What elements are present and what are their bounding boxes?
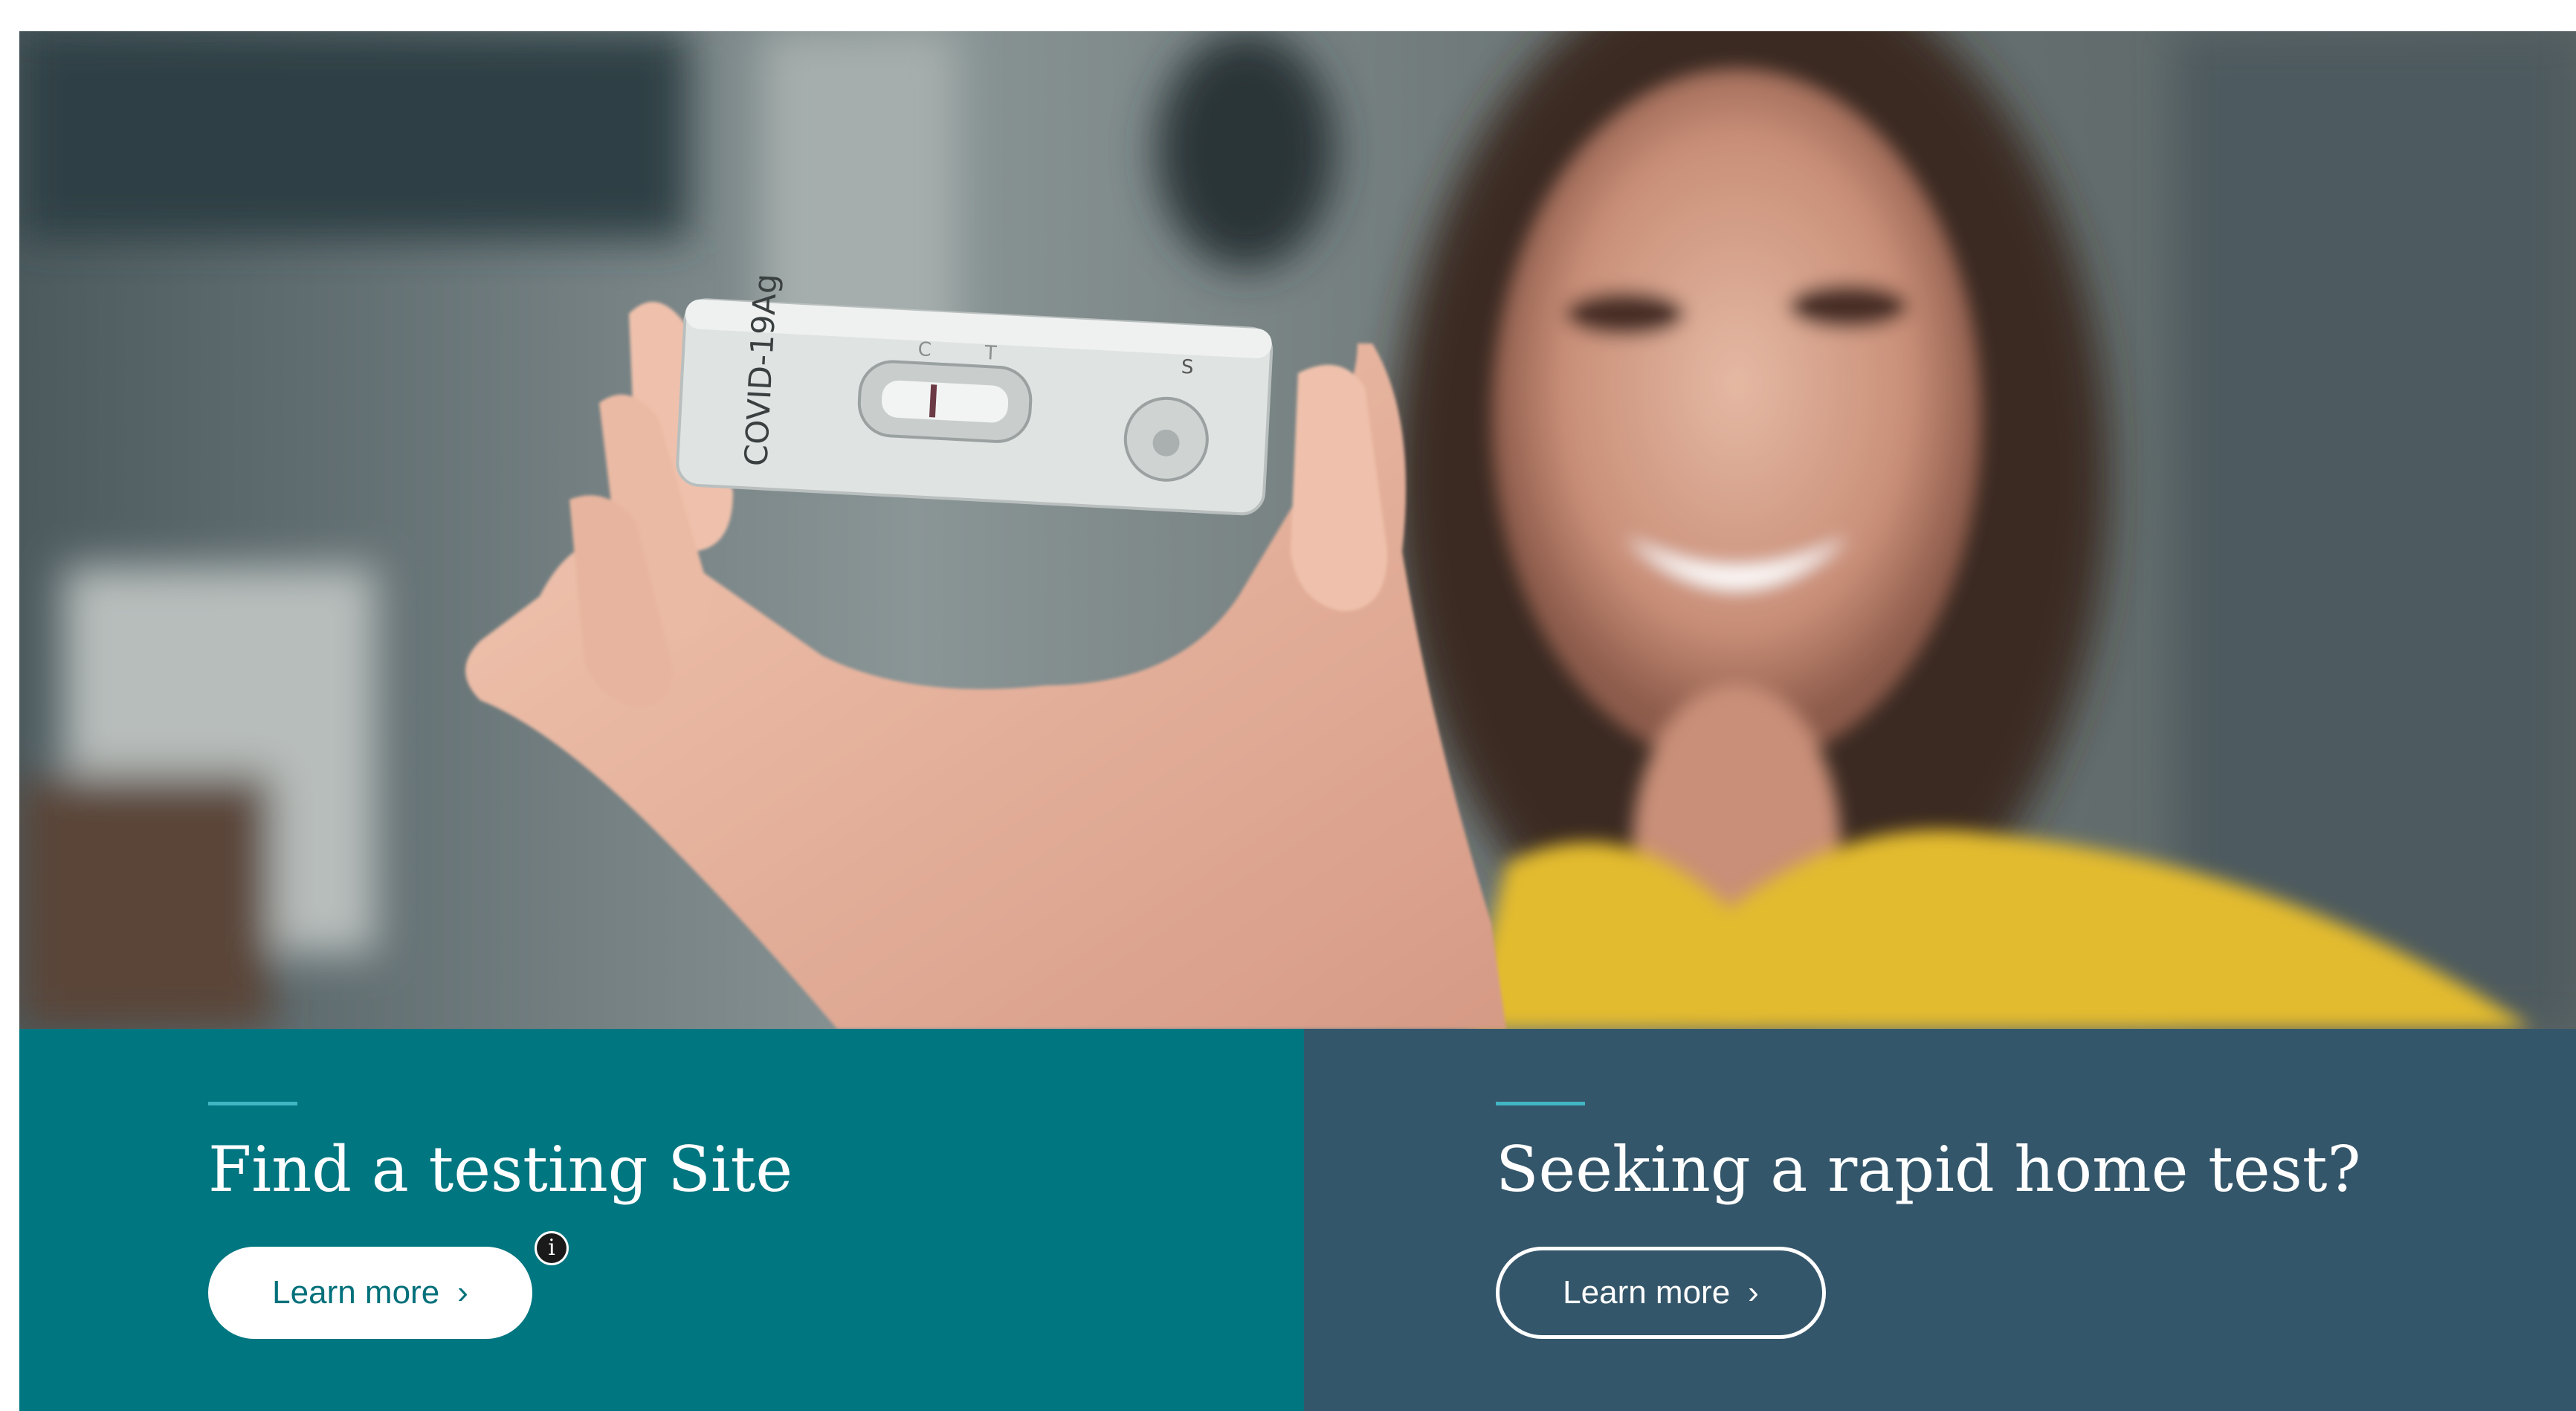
page: COVID-19Ag C T S Find a testing Site Lea… (0, 0, 2576, 1411)
chevron-right-icon: › (1748, 1274, 1759, 1311)
rapid-home-test-panel: Seeking a rapid home test? Learn more › (1304, 1029, 2576, 1411)
panel-title: Find a testing Site (208, 1133, 793, 1206)
testing-site-panel: Find a testing Site Learn more › i (19, 1029, 1304, 1411)
cassette-mark-t: T (984, 342, 998, 365)
info-icon-glyph: i (537, 1233, 566, 1263)
info-icon[interactable]: i (532, 1229, 571, 1268)
button-label: Learn more (272, 1274, 440, 1311)
chevron-right-icon: › (457, 1274, 468, 1311)
hero-photo-illustration: COVID-19Ag C T S (19, 31, 2576, 1029)
button-label: Learn more (1563, 1274, 1731, 1311)
cassette-mark-c: C (917, 338, 932, 361)
learn-more-button[interactable]: Learn more › (1496, 1247, 1826, 1339)
panel-title: Seeking a rapid home test? (1496, 1133, 2361, 1206)
accent-line (208, 1102, 297, 1105)
cassette-sample-mark: S (1181, 356, 1194, 379)
hero-image: COVID-19Ag C T S (19, 31, 2576, 1029)
accent-line (1496, 1102, 1585, 1105)
learn-more-button[interactable]: Learn more › (208, 1247, 532, 1339)
